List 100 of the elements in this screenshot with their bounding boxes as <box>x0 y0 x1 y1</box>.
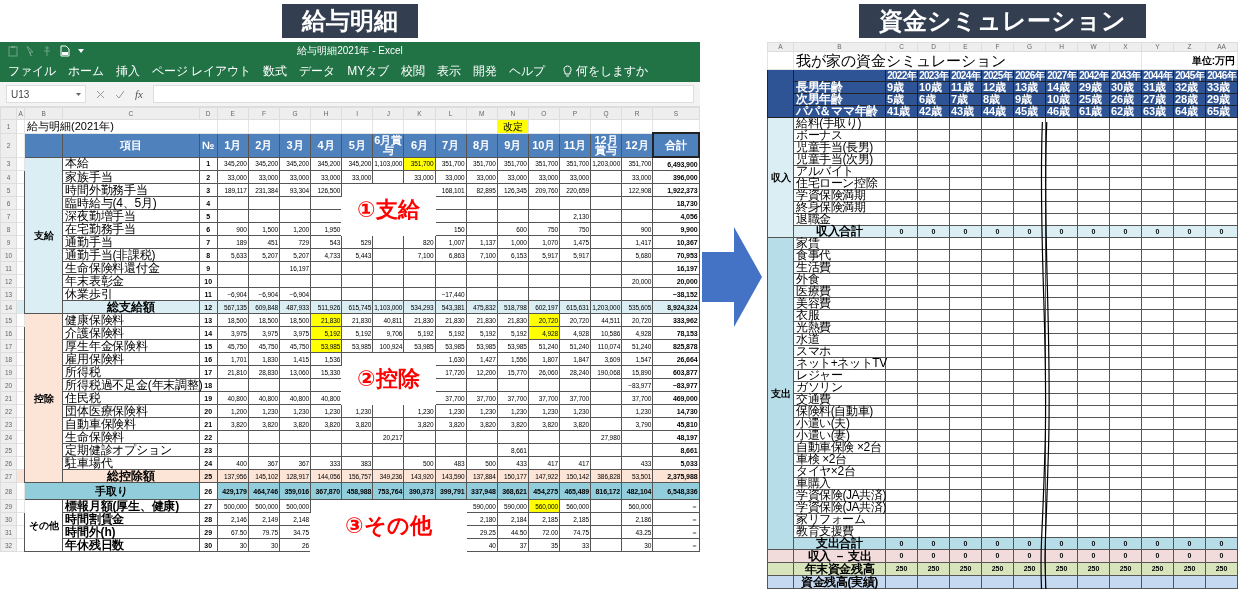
row-label: タイヤ×2台 <box>793 465 886 478</box>
summary-label: 収入 － 支出 <box>793 549 886 563</box>
row-label: ガソリン <box>793 381 886 394</box>
item-label: 所得税 <box>62 365 200 379</box>
row-label: 学資保険満期 <box>793 189 886 202</box>
item-label: 在宅勤務手当 <box>62 222 200 236</box>
row-label: 車検 ×2台 <box>793 453 886 466</box>
menu-item[interactable]: ファイル <box>8 62 56 80</box>
summary-label: 資金残高(実績) <box>793 575 886 589</box>
row-label: 家リフォーム <box>793 513 886 526</box>
row-label: 車購入 <box>793 477 886 490</box>
row-label: 自動車保険 ×2台 <box>793 441 886 454</box>
item-label: 家族手当 <box>62 170 200 184</box>
item-label: 本給 <box>62 157 200 171</box>
row-label: 小遣い(妻) <box>793 429 886 442</box>
category-label: 支出 <box>767 237 794 550</box>
item-label: 総支給額 <box>62 300 200 314</box>
row-label: アルバイト <box>793 165 886 178</box>
item-label: 介護保険料 <box>62 326 200 340</box>
category-label: その他 <box>24 499 63 552</box>
menu-item[interactable]: 校閲 <box>401 62 426 80</box>
row-label: 保険料(自動車) <box>793 405 886 418</box>
row-label: ボーナス <box>793 129 886 142</box>
item-label: 健康保険料 <box>62 313 200 327</box>
item-label: 総控除額 <box>62 469 200 483</box>
menu-item[interactable]: MYタブ <box>347 62 390 80</box>
callout-label: ①支給 <box>357 196 420 222</box>
pin-icon[interactable] <box>42 45 52 57</box>
item-label: 年末表彰金 <box>62 274 200 288</box>
pointer-icon[interactable] <box>26 45 34 57</box>
category-label: 控除 <box>24 313 63 483</box>
section-title: 資金シミュレーション <box>858 4 1146 38</box>
cancel-icon[interactable] <box>96 89 105 99</box>
item-label: 駐車場代 <box>62 456 200 470</box>
right-arrow-icon <box>702 226 762 327</box>
window-title: 給与明細2021年 - Excel <box>297 44 403 58</box>
item-label: 標報月額(厚生、健康) <box>62 499 200 513</box>
row-label: 食事代 <box>793 249 886 262</box>
tell-me-field[interactable]: 何をしますか <box>576 62 649 80</box>
menu-item[interactable]: ホーム <box>68 62 104 80</box>
header-cell: 合計 <box>652 133 699 157</box>
row-label: 住宅ローン控除 <box>793 177 886 190</box>
total-label: 収入合計 <box>793 225 886 238</box>
row-label: 医療費 <box>793 285 886 298</box>
row-label: 児童手当(長男) <box>793 141 886 154</box>
total-label: 支出合計 <box>793 537 886 550</box>
row-label: 美容費 <box>793 297 886 310</box>
callout-label: ③その他 <box>345 512 432 538</box>
category-label: 支給 <box>24 157 63 314</box>
menu-item[interactable]: 表示 <box>437 62 462 80</box>
summary-label: 年末資金残高 <box>793 562 886 576</box>
row-label: 光熱費 <box>793 321 886 334</box>
item-label: 時間割賃金 <box>62 512 200 526</box>
callout-label: ②控除 <box>357 365 420 391</box>
category-label: 収入 <box>767 117 794 238</box>
check-icon[interactable] <box>115 89 125 99</box>
item-label: 時間外勤務手当 <box>62 183 200 197</box>
row-label: 生活費 <box>793 261 886 274</box>
item-label: 自動車保険料 <box>62 417 200 431</box>
item-label: 年休残日数 <box>62 538 200 552</box>
row-label: 家賃 <box>793 237 886 250</box>
lightbulb-icon[interactable] <box>563 64 573 78</box>
row-label: 学資保険(JA共済) <box>793 489 886 502</box>
item-label: 時間外(h) <box>62 525 200 539</box>
item-label: 生命保険料還付金 <box>62 261 200 275</box>
item-label: 臨時給与(4、5月) <box>62 196 200 210</box>
caret-icon[interactable] <box>78 49 84 53</box>
menu-item[interactable]: 挿入 <box>116 62 140 80</box>
menu-item[interactable]: 開発 <box>473 62 498 80</box>
row-label: 交通費 <box>793 393 886 406</box>
caret-icon[interactable] <box>76 92 81 96</box>
section-title: 給与明細 <box>282 4 418 38</box>
insert-function-button[interactable]: fx <box>135 88 143 100</box>
row-label: 外食 <box>793 273 886 286</box>
item-label: 団体医療保険料 <box>62 404 200 418</box>
menu-item[interactable]: ヘルプ <box>509 62 546 80</box>
item-label: 所得税過不足金(年末調整) <box>62 378 200 392</box>
menu-item[interactable]: データ <box>299 62 336 80</box>
item-label: 休業歩引 <box>62 287 200 301</box>
row-label: 水道 <box>793 333 886 346</box>
row-label: 小遣い(夫) <box>793 417 886 430</box>
item-label: 住民税 <box>62 391 200 405</box>
row-label: 児童手当(次男) <box>793 153 886 166</box>
menu-item[interactable]: 数式 <box>263 62 288 80</box>
clipboard-icon[interactable] <box>8 45 18 57</box>
row-label: スマホ <box>793 345 886 358</box>
header-cell: 項目 <box>62 133 200 157</box>
name-box[interactable]: U13 <box>6 85 86 103</box>
item-label: 生命保険料 <box>62 430 200 444</box>
item-label: 雇用保険料 <box>62 352 200 366</box>
row-label: 給料(手取り) <box>793 117 886 130</box>
row-label: 終身保険満期 <box>793 201 886 214</box>
item-label: 深夜勤増手当 <box>62 209 200 223</box>
menu-item[interactable]: ページ レイアウト <box>152 62 252 80</box>
formula-field[interactable] <box>152 85 694 103</box>
item-label: 厚生年金保険料 <box>62 339 200 353</box>
item-label: 通勤手当 <box>62 235 200 249</box>
document-icon[interactable] <box>60 45 70 57</box>
row-label: レジャー <box>793 369 886 382</box>
row-label: 衣服 <box>793 309 886 322</box>
